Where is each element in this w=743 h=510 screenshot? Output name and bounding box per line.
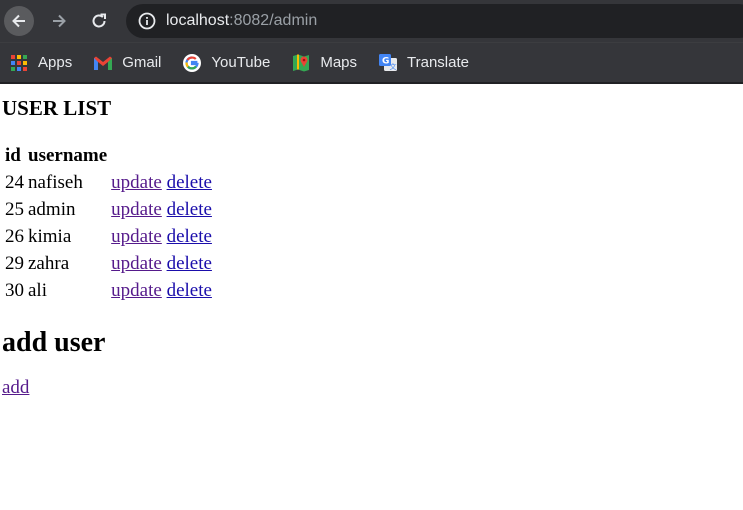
table-row: 26 kimia update delete [4, 224, 213, 249]
svg-text:G: G [382, 56, 389, 66]
user-id: 29 [5, 253, 24, 274]
page-content: USER LIST id username 24 nafiseh update … [0, 96, 743, 399]
delete-link[interactable]: delete [167, 280, 212, 301]
table-row: 29 zahra update delete [4, 251, 213, 276]
gmail-icon [93, 53, 113, 73]
user-username: ali [28, 280, 47, 301]
reload-icon [92, 13, 106, 28]
reload-button[interactable] [84, 6, 114, 36]
user-table: id username 24 nafiseh update delete 25 … [2, 141, 215, 305]
page-title: USER LIST [2, 96, 112, 120]
chrome-divider [0, 82, 743, 84]
arrow-left-icon [12, 14, 25, 28]
user-id: 25 [5, 199, 24, 220]
update-link[interactable]: update [111, 199, 162, 220]
user-id: 30 [5, 280, 24, 301]
update-link[interactable]: update [111, 280, 162, 301]
arrow-right-icon [53, 14, 66, 28]
row-actions: update delete [110, 224, 213, 249]
browser-chrome: localhost:8082/admin Apps Gmail YouTube… [0, 0, 743, 84]
user-username: nafiseh [28, 172, 83, 193]
google-icon [182, 53, 202, 73]
update-link[interactable]: update [111, 253, 162, 274]
update-link[interactable]: update [111, 172, 162, 193]
bookmark-label: Translate [407, 54, 469, 71]
back-button[interactable] [4, 6, 34, 36]
bookmark-label: Gmail [122, 54, 162, 71]
row-actions: update delete [110, 170, 213, 195]
row-actions: update delete [110, 278, 213, 303]
add-user-link[interactable]: add [2, 377, 29, 398]
delete-link[interactable]: delete [167, 253, 212, 274]
bookmark-label: Maps [320, 54, 358, 71]
add-user-heading: add user [2, 327, 106, 358]
table-header-row: id username [4, 143, 213, 168]
bookmark-label: YouTube [211, 54, 271, 71]
user-id: 26 [5, 226, 24, 247]
address-bar[interactable]: localhost:8082/admin [126, 4, 743, 38]
bookmark-gmail[interactable]: Gmail [93, 53, 161, 73]
delete-link[interactable]: delete [167, 199, 212, 220]
row-actions: update delete [110, 251, 213, 276]
maps-icon [291, 53, 311, 73]
apps-grid-icon [9, 53, 29, 73]
browser-toolbar: localhost:8082/admin [0, 0, 743, 42]
bookmark-label: Apps [38, 54, 73, 71]
delete-link[interactable]: delete [167, 226, 212, 247]
user-username: admin [28, 199, 76, 220]
update-link[interactable]: update [111, 226, 162, 247]
forward-button[interactable] [44, 6, 74, 36]
column-header-username: username [28, 145, 108, 166]
row-actions: update delete [110, 197, 213, 222]
url-host: localhost [166, 12, 230, 29]
table-row: 25 admin update delete [4, 197, 213, 222]
column-header-id: id [5, 145, 21, 166]
table-row: 30 ali update delete [4, 278, 213, 303]
bookmark-maps[interactable]: Maps [291, 53, 357, 73]
user-username: zahra [28, 253, 70, 274]
bookmarks-bar: Apps Gmail YouTube Maps G 文 Translate [0, 42, 743, 82]
svg-text:文: 文 [390, 62, 397, 71]
url-path: :8082/admin [229, 12, 318, 29]
bookmark-apps[interactable]: Apps [9, 53, 72, 73]
delete-link[interactable]: delete [167, 172, 212, 193]
table-row: 24 nafiseh update delete [4, 170, 213, 195]
info-icon[interactable] [138, 12, 156, 30]
bookmark-translate[interactable]: G 文 Translate [378, 53, 469, 73]
translate-icon: G 文 [378, 53, 398, 73]
user-id: 24 [5, 172, 24, 193]
user-username: kimia [28, 226, 72, 247]
bookmark-youtube[interactable]: YouTube [182, 53, 270, 73]
